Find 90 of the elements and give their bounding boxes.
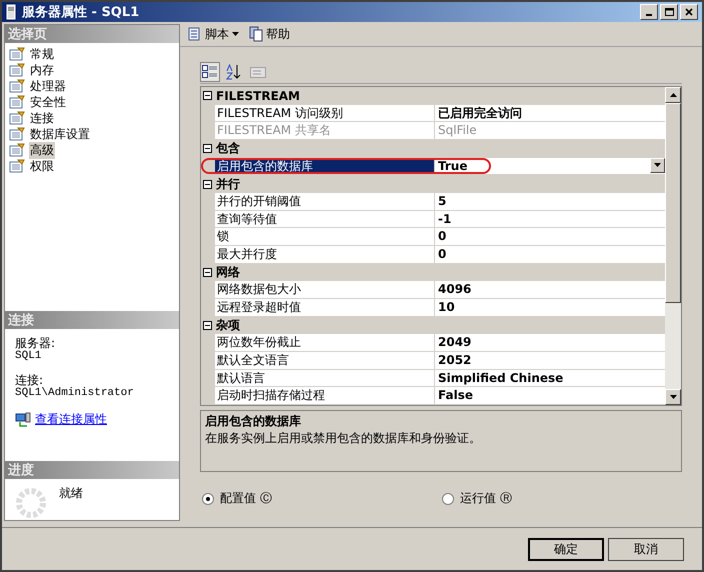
property-page-icon <box>9 63 25 77</box>
radio-label: 配置值 Ⓒ <box>220 490 272 507</box>
property-value: 0 <box>438 228 446 245</box>
category-name: 网络 <box>216 264 240 281</box>
property-page-icon <box>9 143 25 157</box>
property-name[interactable]: 默认全文语言 <box>215 352 435 369</box>
scroll-up-icon <box>670 93 676 97</box>
connection-label: 连接: <box>15 374 44 387</box>
collapse-icon[interactable] <box>203 321 212 330</box>
collapse-icon[interactable] <box>203 268 212 277</box>
computer-icon <box>15 412 31 428</box>
sort-az-icon <box>226 64 242 80</box>
page-item[interactable]: 连接 <box>29 110 55 126</box>
property-value: 4096 <box>438 281 472 298</box>
page-item[interactable]: 内存 <box>29 62 55 78</box>
scroll-icon <box>186 26 202 42</box>
page-item[interactable]: 数据库设置 <box>29 126 91 142</box>
categorized-view-button[interactable] <box>200 62 220 82</box>
page-item[interactable]: 安全性 <box>29 94 67 110</box>
script-button[interactable]: 脚本 <box>184 26 241 42</box>
collapse-icon[interactable] <box>203 91 212 100</box>
scrollbar[interactable] <box>665 87 681 405</box>
property-value: SqlFile <box>438 122 477 139</box>
document-icon <box>249 26 263 42</box>
description-title: 启用包含的数据库 <box>205 413 302 430</box>
dropdown-button[interactable] <box>650 158 665 173</box>
radio-button[interactable] <box>202 492 214 504</box>
property-page-icon <box>9 95 25 109</box>
page-item[interactable]: 常规 <box>29 46 55 62</box>
property-page-icon <box>9 159 25 173</box>
connection-value: SQL1\Administrator <box>15 387 135 399</box>
property-value: 5 <box>438 192 446 210</box>
property-page-icon <box>9 47 25 61</box>
description-text: 在服务实例上启用或禁用包含的数据库和身份验证。 <box>205 432 482 445</box>
property-value: True <box>438 158 468 174</box>
collapse-icon[interactable] <box>203 180 212 189</box>
property-name[interactable]: 锁 <box>215 228 435 245</box>
maximize-button[interactable] <box>660 4 678 20</box>
connection-properties-link[interactable]: 查看连接属性 <box>35 411 107 428</box>
property-value: False <box>438 387 473 404</box>
close-icon <box>685 8 693 16</box>
page-item[interactable]: 高级 <box>29 142 55 158</box>
property-name[interactable]: 并行的开销阈值 <box>215 192 435 210</box>
property-value: 0 <box>438 246 446 263</box>
server-value: SQL1 <box>15 350 42 362</box>
property-name[interactable]: 两位数年份截止 <box>215 334 435 351</box>
section-header: 选择页 <box>5 25 179 43</box>
property-value: 2049 <box>438 334 472 351</box>
property-value: Simplified Chinese <box>438 370 564 386</box>
close-button[interactable] <box>680 4 698 20</box>
property-page-icon <box>9 111 25 125</box>
property-name[interactable]: 启动时扫描存储过程 <box>215 387 435 404</box>
radio-button[interactable] <box>442 492 454 504</box>
cancel-button[interactable]: 取消 <box>608 538 684 560</box>
radio-label: 运行值 Ⓡ <box>460 490 512 507</box>
window-title: 服务器属性 - SQL1 <box>22 4 140 21</box>
section-header: 进度 <box>5 461 179 479</box>
property-name[interactable]: 最大并行度 <box>215 246 435 263</box>
minimize-button[interactable] <box>640 4 658 20</box>
ok-button[interactable]: 确定 <box>528 538 604 560</box>
maximize-icon <box>664 8 674 16</box>
category-name: 杂项 <box>216 317 240 334</box>
property-value: 已启用完全访问 <box>438 104 522 122</box>
category-name: 包含 <box>216 140 240 158</box>
server-icon <box>6 4 16 20</box>
collapse-icon[interactable] <box>203 144 212 154</box>
property-name[interactable]: FILESTREAM 访问级别 <box>215 104 435 122</box>
page-item[interactable]: 权限 <box>29 158 55 174</box>
property-name[interactable]: 默认语言 <box>215 370 435 386</box>
category-name: 并行 <box>216 176 240 193</box>
page-item[interactable]: 处理器 <box>29 78 67 94</box>
property-page-icon <box>9 127 25 141</box>
property-value: -1 <box>438 210 452 228</box>
server-label: 服务器: <box>15 337 56 350</box>
help-button[interactable]: 帮助 <box>247 26 292 42</box>
caret-icon <box>232 32 239 36</box>
property-value: 2052 <box>438 352 472 369</box>
property-name[interactable]: 查询等待值 <box>215 210 435 228</box>
property-name[interactable]: 网络数据包大小 <box>215 281 435 298</box>
property-value: 10 <box>438 299 455 316</box>
categorized-icon <box>202 65 218 79</box>
property-name[interactable]: 远程登录超时值 <box>215 299 435 316</box>
property-pages-icon <box>250 65 266 79</box>
category-name: FILESTREAM <box>216 88 300 103</box>
progress-status: 就绪 <box>59 487 83 502</box>
caret-icon <box>654 163 661 168</box>
scroll-down-icon <box>670 395 676 399</box>
section-header: 连接 <box>5 311 179 329</box>
progress-spinner-icon <box>15 487 47 519</box>
property-page-icon <box>9 79 25 93</box>
